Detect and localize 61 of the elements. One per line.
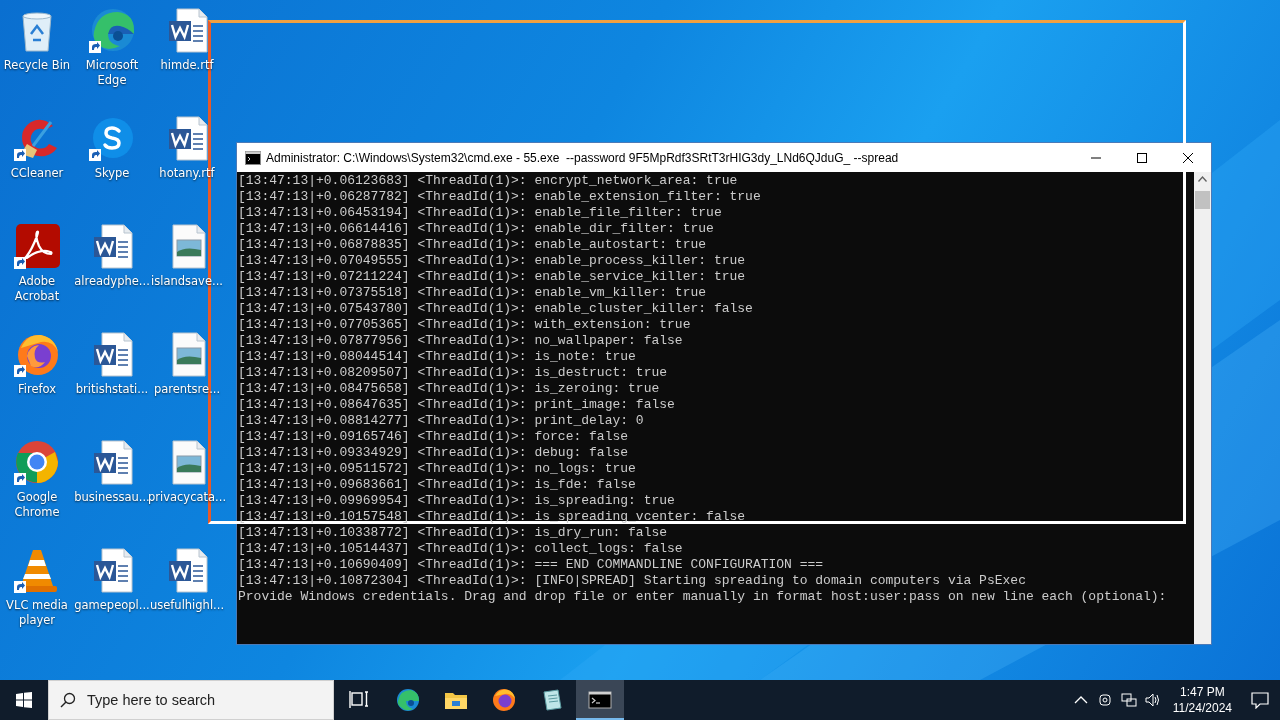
console-line: [13:47:13|+0.06453194] <ThreadId(1)>: enable_file_filter: true (238, 205, 722, 221)
console-line: [13:47:13|+0.08814277] <ThreadId(1)>: print_delay: 0 (238, 413, 644, 429)
console-line: [13:47:13|+0.06123683] <ThreadId(1)>: encrypt_network_area: true (238, 173, 738, 189)
search-field[interactable]: Type here to search (48, 680, 334, 720)
desktop-icon[interactable]: usefulhighl... (150, 546, 224, 613)
desktop-icon[interactable]: businessau... (75, 438, 149, 505)
console-line: [13:47:13|+0.07211224] <ThreadId(1)>: enable_service_killer: true (238, 269, 746, 285)
search-icon (60, 692, 76, 708)
device-icon[interactable] (1096, 692, 1113, 708)
windows-icon (16, 692, 32, 708)
desktop-icon[interactable]: Adobe Acrobat (0, 222, 74, 304)
desktop-icon[interactable]: Recycle Bin (0, 6, 74, 73)
terminal-icon (588, 688, 612, 712)
console-line: [13:47:13|+0.09683661] <ThreadId(1)>: is_fde: false (238, 477, 636, 493)
console-line: Provide Windows credentials. Drag and drop file or enter manually in format host:user:pass on new line each (optional): (238, 589, 1167, 605)
console-line: [13:47:13|+0.10338772] <ThreadId(1)>: is_dry_run: false (238, 525, 668, 541)
desktop-icon[interactable]: alreadyphe... (75, 222, 149, 289)
network-icon[interactable] (1120, 692, 1137, 708)
taskbar-app[interactable] (576, 680, 624, 720)
console-line: [13:47:13|+0.07877956] <ThreadId(1)>: no_wallpaper: false (238, 333, 683, 349)
desktop-icon[interactable]: Google Chrome (0, 438, 74, 520)
close-icon (1182, 151, 1194, 164)
console-line: [13:47:13|+0.08209507] <ThreadId(1)>: is_destruct: true (238, 365, 668, 381)
maximize-icon (1136, 151, 1148, 164)
clock-date[interactable]: 11/24/2024 (1172, 700, 1232, 716)
clock-time[interactable]: 1:47 PM (1180, 684, 1225, 700)
console-line: [13:47:13|+0.07049555] <ThreadId(1)>: enable_process_killer: true (238, 253, 746, 269)
console-line: [13:47:13|+0.08475658] <ThreadId(1)>: is_zeroing: true (238, 381, 660, 397)
console-line: [13:47:13|+0.06878835] <ThreadId(1)>: enable_autostart: true (238, 237, 707, 253)
console-line: [13:47:13|+0.08647635] <ThreadId(1)>: print_image: false (238, 397, 675, 413)
console-line: [13:47:13|+0.10872304] <ThreadId(1)>: [INFO|SPREAD] Starting spreading to domain computers via PsExec (238, 573, 1026, 589)
console-line: [13:47:13|+0.08044514] <ThreadId(1)>: is_note: true (238, 349, 636, 365)
scrollbar[interactable] (1194, 172, 1211, 644)
console-line: [13:47:13|+0.07543780] <ThreadId(1)>: enable_cluster_killer: false (238, 301, 753, 317)
volume-icon[interactable] (1144, 692, 1161, 708)
console-line: [13:47:13|+0.10514437] <ThreadId(1)>: collect_logs: false (238, 541, 683, 557)
console-line: [13:47:13|+0.06614416] <ThreadId(1)>: enable_dir_filter: true (238, 221, 714, 237)
console-line: [13:47:13|+0.07375518] <ThreadId(1)>: enable_vm_killer: true (238, 285, 707, 301)
desktop-icon[interactable]: britishstati... (75, 330, 149, 397)
desktop-icon[interactable]: VLC media player (0, 546, 74, 628)
desktop-icon[interactable]: CCleaner (0, 114, 74, 181)
console-line: [13:47:13|+0.10157548] <ThreadId(1)>: is_spreading_vcenter: false (238, 509, 746, 525)
desktop-icon[interactable]: Firefox (0, 330, 74, 397)
console-line: [13:47:13|+0.10690409] <ThreadId(1)>: === END COMMANDLINE CONFIGURATION === (238, 557, 824, 573)
console-line: [13:47:13|+0.09334929] <ThreadId(1)>: debug: false (238, 445, 629, 461)
console-line: [13:47:13|+0.09511572] <ThreadId(1)>: no_logs: true (238, 461, 636, 477)
console-line: [13:47:13|+0.06287782] <ThreadId(1)>: enable_extension_filter: true (238, 189, 761, 205)
scroll-up-icon[interactable] (1198, 176, 1207, 182)
notepad-icon (540, 688, 564, 712)
desktop-icon[interactable]: Skype (75, 114, 149, 181)
console-line: [13:47:13|+0.09165746] <ThreadId(1)>: force: false (238, 429, 629, 445)
console-line: [13:47:13|+0.07705365] <ThreadId(1)>: with_extension: true (238, 317, 691, 333)
window-title: Administrator: C:\Windows\System32\cmd.exe - 55.exe --password 9F5MpRdf3SRtT3rHIG3dy_LNd6QJduG_ --spread (266, 150, 900, 165)
console-line: [13:47:13|+0.09969954] <ThreadId(1)>: is_spreading: true (238, 493, 675, 509)
firefox-icon (492, 688, 516, 712)
notification-icon (1251, 691, 1269, 709)
desktop-icon[interactable]: Microsoft Edge (75, 6, 149, 88)
desktop-icon[interactable]: gamepeopl... (75, 546, 149, 613)
terminal-icon (245, 150, 261, 165)
edge-icon (396, 688, 420, 712)
scrollbar-thumb[interactable] (1195, 191, 1210, 209)
